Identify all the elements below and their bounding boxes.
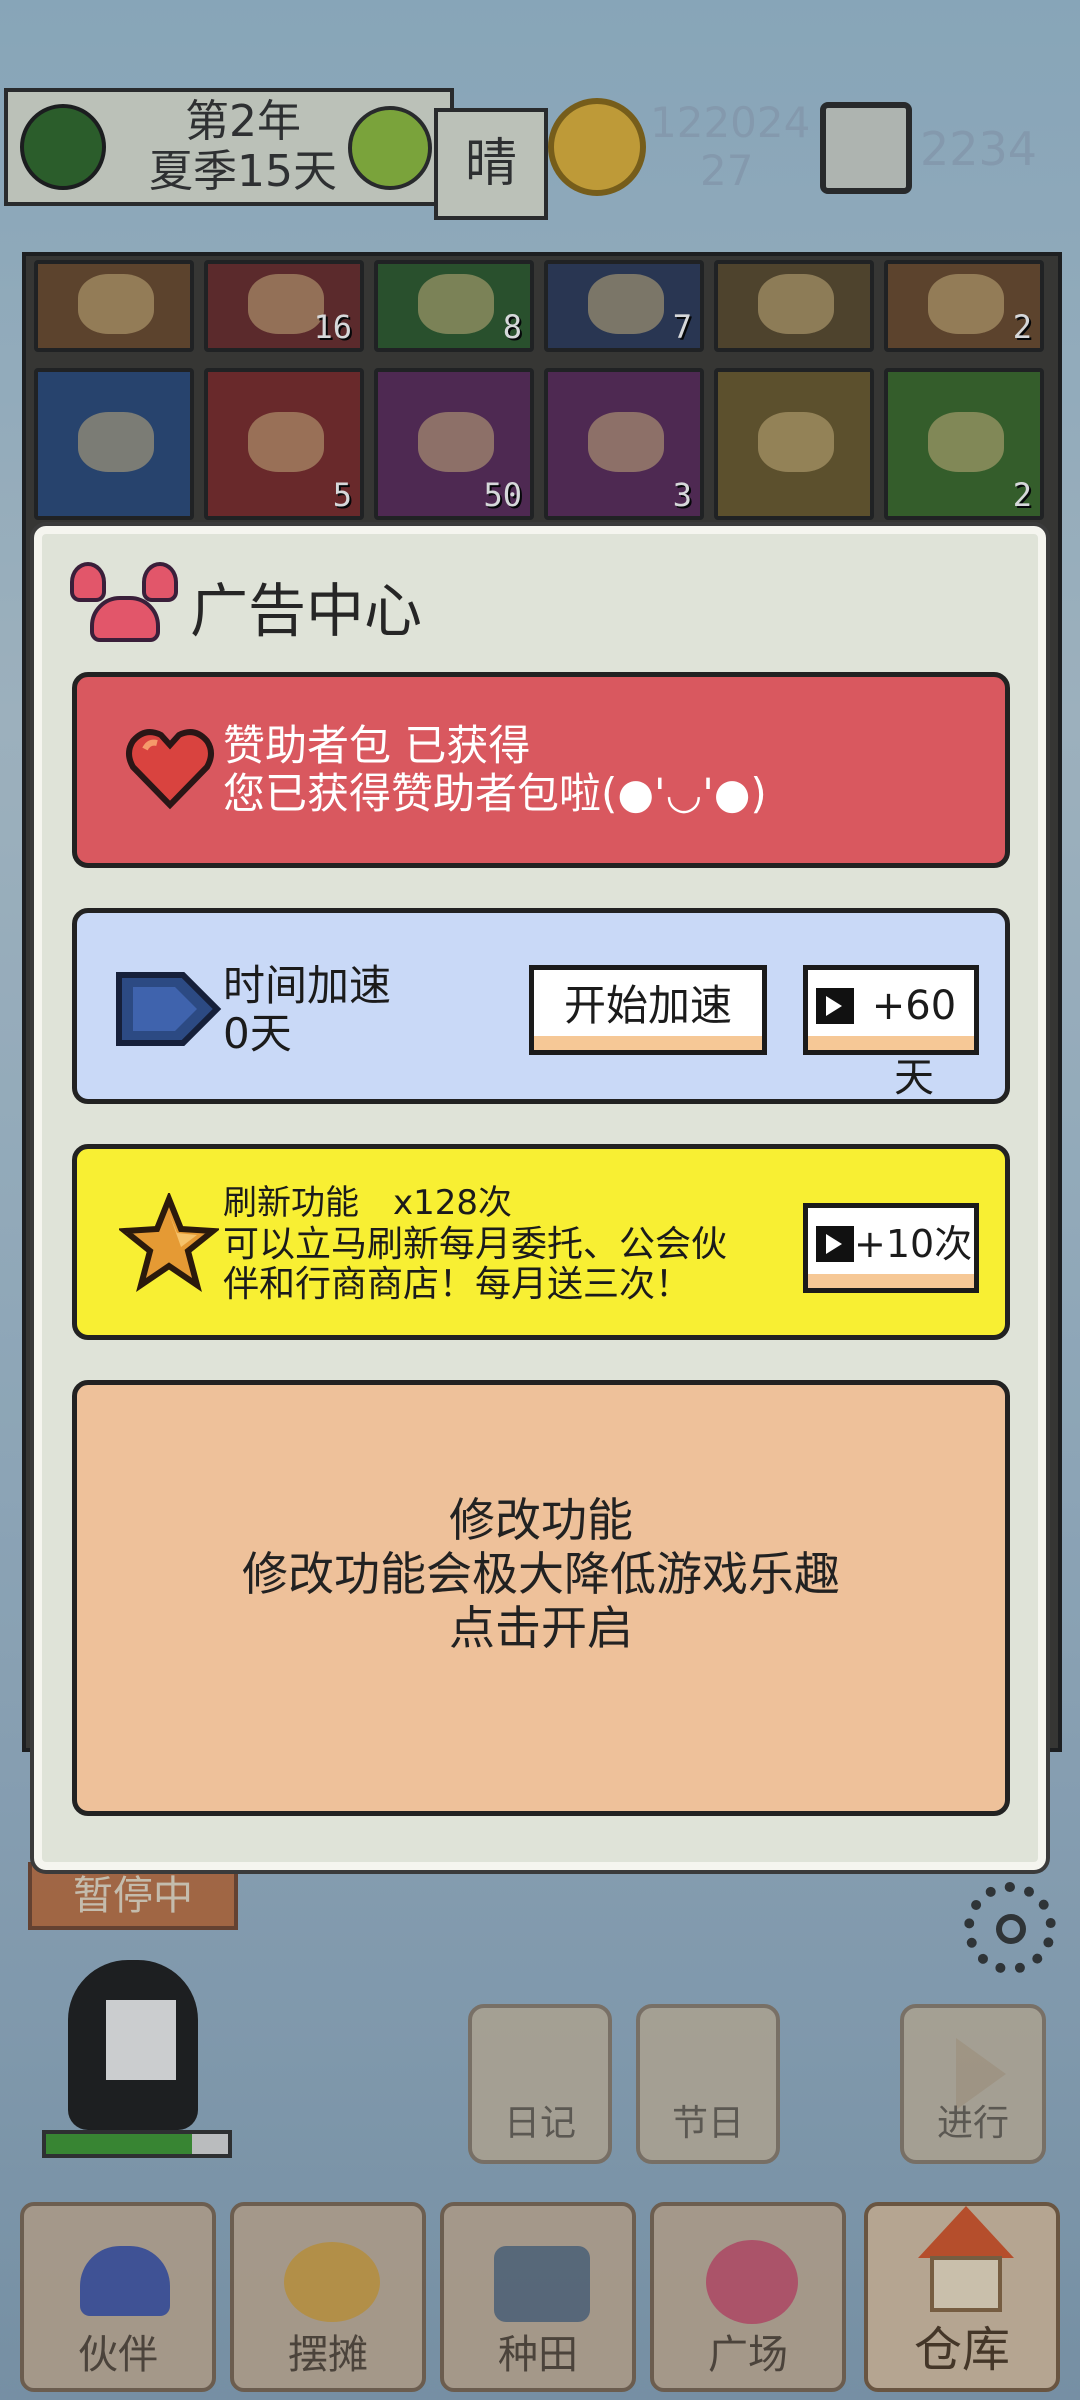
modify-title: 修改功能 [449, 1493, 633, 1547]
button-bar [534, 1036, 762, 1050]
modify-text-block: 修改功能 修改功能会极大降低游戏乐趣 点击开启 [77, 1493, 1005, 1655]
sponsor-pack-card[interactable]: 赞助者包 已获得 您已获得赞助者包啦(●'◡'●) [72, 672, 1010, 868]
refresh-desc-line2: 伴和行商商店！每月送三次！ [223, 1264, 692, 1305]
ad-10-refresh-label: +10次 [854, 1222, 973, 1266]
refresh-desc-line1: 可以立马刷新每月委托、公会伙 [223, 1224, 728, 1265]
button-bar [808, 1036, 974, 1050]
button-bar [808, 1274, 974, 1288]
watch-ad-10-refresh-button[interactable]: +10次 [803, 1203, 979, 1293]
speedup-title: 时间加速 [223, 961, 392, 1010]
sponsor-desc: 您已获得赞助者包啦(●'◡'●) [223, 769, 767, 818]
start-speedup-button[interactable]: 开始加速 [529, 965, 767, 1055]
watch-ad-60-days-button[interactable]: +60天 [803, 965, 979, 1101]
start-speedup-label: 开始加速 [563, 981, 732, 1030]
star-icon [117, 1190, 221, 1293]
video-play [826, 1234, 842, 1254]
sponsor-title: 赞助者包 已获得 [223, 721, 531, 770]
time-speedup-card: 时间加速 0天 开始加速 +60天 [72, 908, 1010, 1104]
video-ad-icon [816, 988, 854, 1024]
modify-action-text: 点击开启 [449, 1601, 633, 1655]
crab-claw-left [70, 562, 106, 602]
video-play [826, 996, 842, 1016]
refresh-count: x128次 [393, 1183, 513, 1223]
crab-claw-right [142, 562, 178, 602]
refresh-title: 刷新功能 [223, 1183, 359, 1223]
crab-icon [70, 562, 180, 652]
video-ad-icon [816, 1226, 854, 1262]
dialog-title: 广告中心 [190, 577, 423, 645]
ad-center-dialog: 广告中心 赞助者包 已获得 您已获得赞助者包啦(●'◡'●) 时间加速 0天 开… [34, 526, 1046, 1870]
modify-feature-card[interactable]: 修改功能 修改功能会极大降低游戏乐趣 点击开启 [72, 1380, 1010, 1816]
heart-icon [125, 723, 215, 813]
crab-body [90, 596, 160, 642]
fast-forward-icon [113, 969, 223, 1049]
speedup-days: 0天 [223, 1009, 292, 1058]
modify-desc: 修改功能会极大降低游戏乐趣 [242, 1547, 840, 1601]
refresh-feature-card: 刷新功能 x128次 可以立马刷新每月委托、公会伙 伴和行商商店！每月送三次！ … [72, 1144, 1010, 1340]
